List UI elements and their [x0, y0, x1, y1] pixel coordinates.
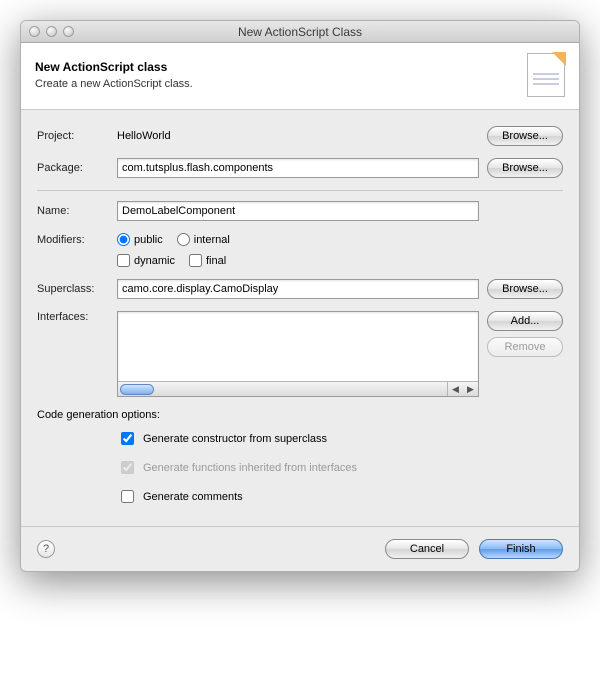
dialog-header: New ActionScript class Create a new Acti… [21, 43, 579, 110]
dialog-footer: ? Cancel Finish [21, 526, 579, 571]
modifier-final-label: final [206, 255, 226, 267]
codegen-constructor-check[interactable]: Generate constructor from superclass [117, 429, 563, 448]
codegen-constructor-label: Generate constructor from superclass [143, 433, 327, 445]
modifier-public-radio[interactable]: public [117, 233, 163, 246]
package-input[interactable] [117, 158, 479, 178]
superclass-input[interactable] [117, 279, 479, 299]
dialog-body: Project: HelloWorld Browse... Package: B… [21, 110, 579, 526]
window-title: New ActionScript Class [21, 25, 579, 39]
modifier-internal-label: internal [194, 234, 230, 246]
project-label: Project: [37, 130, 109, 142]
modifier-dynamic-label: dynamic [134, 255, 175, 267]
codegen-comments-check[interactable]: Generate comments [117, 487, 563, 506]
close-icon[interactable] [29, 26, 40, 37]
finish-button[interactable]: Finish [479, 539, 563, 559]
remove-interface-button: Remove [487, 337, 563, 357]
modifiers-label: Modifiers: [37, 234, 109, 246]
modifier-public-label: public [134, 234, 163, 246]
modifier-final-input[interactable] [189, 254, 202, 267]
package-label: Package: [37, 162, 109, 174]
name-input[interactable] [117, 201, 479, 221]
scroll-left-icon[interactable]: ◀ [448, 382, 463, 396]
scroll-right-icon[interactable]: ▶ [463, 382, 478, 396]
codegen-title: Code generation options: [37, 409, 563, 421]
zoom-icon[interactable] [63, 26, 74, 37]
modifier-dynamic-input[interactable] [117, 254, 130, 267]
modifier-public-input[interactable] [117, 233, 130, 246]
cancel-button[interactable]: Cancel [385, 539, 469, 559]
project-value: HelloWorld [117, 130, 479, 142]
traffic-lights [21, 26, 74, 37]
browse-project-button[interactable]: Browse... [487, 126, 563, 146]
modifier-dynamic-check[interactable]: dynamic [117, 254, 175, 267]
codegen-comments-label: Generate comments [143, 491, 243, 503]
superclass-label: Superclass: [37, 283, 109, 295]
minimize-icon[interactable] [46, 26, 57, 37]
header-title: New ActionScript class [35, 60, 193, 74]
browse-package-button[interactable]: Browse... [487, 158, 563, 178]
codegen-comments-input[interactable] [121, 490, 134, 503]
scrollbar-thumb[interactable] [120, 384, 154, 395]
codegen-inherited-check: Generate functions inherited from interf… [117, 458, 563, 477]
modifier-internal-radio[interactable]: internal [177, 233, 230, 246]
name-label: Name: [37, 205, 109, 217]
codegen-inherited-input [121, 461, 134, 474]
dialog-window: New ActionScript Class New ActionScript … [20, 20, 580, 572]
browse-superclass-button[interactable]: Browse... [487, 279, 563, 299]
interfaces-label: Interfaces: [37, 311, 109, 323]
codegen-constructor-input[interactable] [121, 432, 134, 445]
document-icon [527, 53, 565, 97]
divider [37, 190, 563, 191]
interfaces-list[interactable]: ◀ ▶ [117, 311, 479, 397]
titlebar: New ActionScript Class [21, 21, 579, 43]
add-interface-button[interactable]: Add... [487, 311, 563, 331]
modifier-final-check[interactable]: final [189, 254, 226, 267]
interfaces-scrollbar[interactable]: ◀ ▶ [118, 381, 478, 396]
help-button[interactable]: ? [37, 540, 55, 558]
codegen-section: Code generation options: Generate constr… [37, 409, 563, 506]
modifier-internal-input[interactable] [177, 233, 190, 246]
codegen-inherited-label: Generate functions inherited from interf… [143, 462, 357, 474]
header-subtitle: Create a new ActionScript class. [35, 78, 193, 90]
